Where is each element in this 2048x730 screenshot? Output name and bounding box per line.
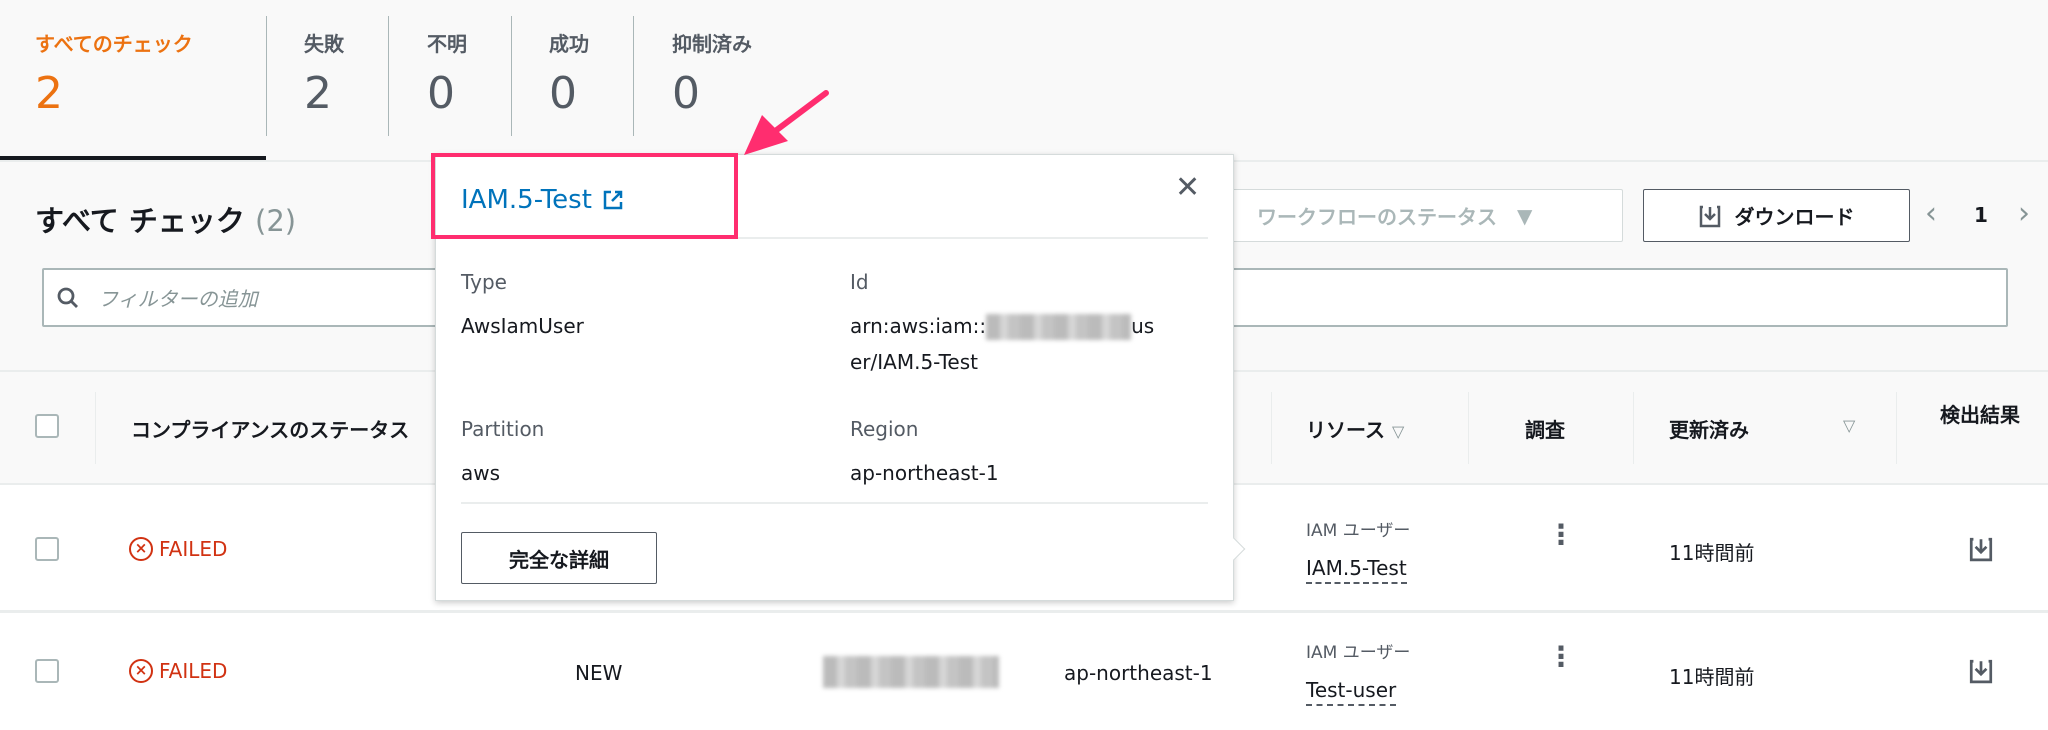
- tab-all-checks-label[interactable]: すべてのチェック: [35, 28, 193, 57]
- header-compliance-status[interactable]: コンプライアンスのステータス: [131, 414, 409, 443]
- search-icon: [57, 287, 78, 308]
- region-value: ap-northeast-1: [850, 461, 999, 485]
- divider: [1271, 392, 1272, 464]
- tab-unknown-count[interactable]: 0: [427, 68, 455, 119]
- download-button[interactable]: ダウンロード: [1643, 189, 1910, 242]
- resource-link[interactable]: IAM.5-Test: [1306, 556, 1407, 584]
- status-badge: × FAILED: [129, 537, 227, 561]
- download-icon[interactable]: [1969, 536, 1993, 562]
- download-label: ダウンロード: [1734, 205, 1855, 229]
- resource-type: IAM ユーザー: [1306, 643, 1411, 663]
- header-investigate: 調査: [1525, 418, 1565, 442]
- divider: [461, 502, 1208, 504]
- section-title: すべて チェック (2): [35, 204, 297, 238]
- divider: [388, 16, 389, 136]
- tab-all-checks-count[interactable]: 2: [35, 68, 63, 119]
- tab-unknown-label[interactable]: 不明: [427, 28, 467, 57]
- failed-icon: ×: [129, 659, 153, 683]
- redacted-account-id: [986, 314, 1132, 340]
- highlight-box: [431, 153, 738, 239]
- divider: [633, 16, 634, 136]
- divider: [0, 610, 2048, 613]
- region-label: Region: [850, 417, 919, 441]
- resource-type: IAM ユーザー: [1306, 521, 1411, 541]
- workflow-status-label: ワークフローのステータス: [1257, 205, 1497, 229]
- divider: [511, 16, 512, 136]
- tab-passed-label[interactable]: 成功: [549, 28, 589, 57]
- type-value: AwsIamUser: [461, 314, 584, 338]
- previous-page-icon[interactable]: ‹: [1925, 196, 1937, 231]
- section-count: (2): [255, 204, 297, 238]
- annotation-arrow-icon: [744, 90, 829, 155]
- close-icon[interactable]: ✕: [1175, 170, 1200, 205]
- id-value: arn:aws:iam:: us: [850, 314, 1155, 340]
- id-value-line2: er/IAM.5-Test: [850, 350, 978, 374]
- workflow-status: NEW: [575, 661, 623, 685]
- updated-time: 11時間前: [1669, 541, 1755, 565]
- status-badge: × FAILED: [129, 659, 227, 683]
- tab-failed-label[interactable]: 失敗: [304, 28, 344, 57]
- tab-suppressed-label[interactable]: 抑制済み: [672, 28, 752, 57]
- failed-icon: ×: [129, 537, 153, 561]
- full-details-button[interactable]: 完全な詳細: [461, 532, 657, 584]
- row-checkbox[interactable]: [35, 537, 59, 561]
- tab-failed-count[interactable]: 2: [304, 68, 332, 119]
- filter-placeholder: フィルターの追加: [98, 287, 258, 311]
- sort-icon[interactable]: ▽: [1843, 416, 1855, 435]
- next-page-icon[interactable]: ›: [2018, 196, 2030, 231]
- region: ap-northeast-1: [1064, 661, 1213, 685]
- workflow-status-dropdown[interactable]: ワークフローのステータス ▼: [1228, 189, 1623, 242]
- more-actions-icon[interactable]: ⋮: [1547, 643, 1575, 671]
- download-icon[interactable]: [1969, 658, 1993, 684]
- sort-icon: ▽: [1391, 422, 1405, 441]
- tab-passed-count[interactable]: 0: [549, 68, 577, 119]
- divider: [1468, 392, 1469, 464]
- partition-value: aws: [461, 461, 501, 485]
- row-checkbox[interactable]: [35, 659, 59, 683]
- header-resource[interactable]: リソース ▽: [1306, 414, 1404, 443]
- resource-link[interactable]: Test-user: [1306, 678, 1397, 706]
- header-findings-json: 検出結果: [1940, 403, 2020, 427]
- divider: [95, 392, 96, 464]
- page-number[interactable]: 1: [1974, 203, 1988, 227]
- divider: [1896, 392, 1897, 464]
- more-actions-icon[interactable]: ⋮: [1547, 521, 1575, 549]
- updated-time: 11時間前: [1669, 665, 1755, 689]
- partition-label: Partition: [461, 417, 545, 441]
- select-all-checkbox[interactable]: [35, 414, 59, 438]
- id-label: Id: [850, 270, 869, 294]
- redacted-account-id: [823, 656, 999, 688]
- header-updated[interactable]: 更新済み: [1669, 414, 1749, 443]
- caret-down-icon: ▼: [1517, 203, 1533, 228]
- type-label: Type: [461, 270, 507, 294]
- divider: [1633, 392, 1634, 464]
- divider: [266, 16, 267, 136]
- tab-suppressed-count[interactable]: 0: [672, 68, 700, 119]
- download-icon: [1699, 205, 1720, 227]
